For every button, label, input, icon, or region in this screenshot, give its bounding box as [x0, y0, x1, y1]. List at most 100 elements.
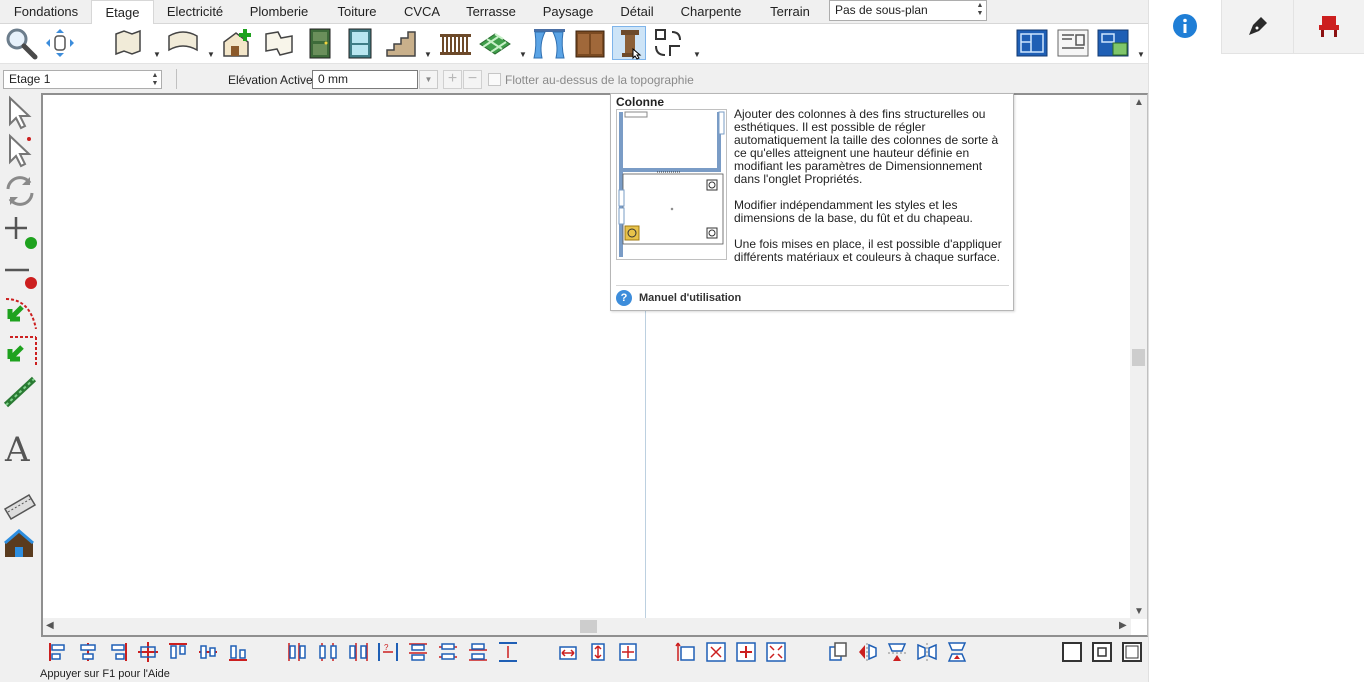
mirror-h-button[interactable] — [916, 641, 938, 663]
align-middle-button[interactable] — [197, 641, 219, 663]
tab-terrasse[interactable]: Terrasse — [453, 0, 529, 24]
tab-terrain[interactable]: Terrain — [755, 0, 825, 24]
align-top-button[interactable] — [167, 641, 189, 663]
railing-tool-button[interactable] — [438, 26, 472, 60]
tab-plomberie[interactable]: Plomberie — [236, 0, 322, 24]
cabinet-tool-button[interactable] — [573, 26, 607, 60]
tab-cvca[interactable]: CVCA — [392, 0, 452, 24]
tab-detail[interactable]: Détail — [607, 0, 667, 24]
center-v-in-room-button[interactable] — [587, 641, 609, 663]
tab-electricite[interactable]: Electricité — [155, 0, 235, 24]
elevation-dropdown-button[interactable]: ▼ — [419, 70, 438, 89]
vertical-scrollbar[interactable]: ▲ ▼ — [1130, 95, 1147, 619]
rotate-tool-button[interactable] — [2, 173, 38, 209]
align-center-h-button[interactable] — [77, 641, 99, 663]
camera-view-button[interactable] — [1096, 26, 1130, 60]
remove-point-tool-button[interactable] — [2, 253, 38, 289]
distribute-middle-button[interactable] — [437, 641, 459, 663]
select-box-button[interactable] — [1061, 641, 1083, 663]
mirror-v-button[interactable] — [946, 641, 968, 663]
help-question-icon[interactable]: ? — [616, 290, 632, 306]
text-tool-button[interactable]: A — [2, 429, 38, 470]
join-tool-button[interactable] — [2, 333, 38, 369]
right-side-panel — [1148, 0, 1364, 682]
fit-corners-button[interactable] — [765, 641, 787, 663]
nested-box-button[interactable] — [1091, 641, 1113, 663]
horizontal-scroll-thumb[interactable] — [580, 620, 597, 633]
wall-dropdown-icon[interactable]: ▼ — [153, 50, 161, 59]
fit-box-button[interactable] — [705, 641, 727, 663]
align-center-both-button[interactable] — [137, 641, 159, 663]
shape-tool-button[interactable] — [652, 26, 686, 60]
elevation-input[interactable]: 0 mm — [312, 70, 418, 89]
plan-view-button[interactable] — [1015, 26, 1049, 60]
copy-align-button[interactable] — [827, 641, 849, 663]
multi-select-tool-button[interactable] — [2, 133, 38, 169]
align-bottom-icon — [229, 645, 247, 661]
vertical-scroll-thumb[interactable] — [1132, 349, 1145, 366]
layout-view-button[interactable] — [1056, 26, 1090, 60]
tab-toiture[interactable]: Toiture — [323, 0, 391, 24]
view-dropdown-icon[interactable]: ▼ — [1137, 50, 1145, 59]
zoom-tool-button[interactable] — [4, 26, 38, 60]
pan-tool-button[interactable] — [43, 26, 77, 60]
curtain-tool-button[interactable] — [532, 26, 566, 60]
distribute-top-button[interactable] — [407, 641, 429, 663]
align-right-button[interactable] — [107, 641, 129, 663]
floor-plan-tool-button[interactable] — [262, 26, 296, 60]
stretch-h-button[interactable] — [675, 641, 697, 663]
scroll-left-icon[interactable]: ◀ — [46, 620, 54, 631]
window-tool-button[interactable] — [343, 26, 377, 60]
column-tool-button[interactable] — [612, 26, 646, 60]
tab-paysage[interactable]: Paysage — [530, 0, 606, 24]
tab-fondations[interactable]: Fondations — [2, 0, 90, 24]
curved-wall-dropdown-icon[interactable]: ▼ — [207, 50, 215, 59]
add-point-tool-button[interactable] — [2, 213, 38, 249]
subplan-select[interactable]: Pas de sous-plan ▲ ▼ — [829, 0, 987, 21]
flooring-tool-button[interactable] — [478, 26, 512, 60]
break-tool-button[interactable] — [2, 293, 38, 330]
center-both-in-room-button[interactable] — [617, 641, 639, 663]
distribute-right-button[interactable] — [347, 641, 369, 663]
layout-sheet-icon — [1057, 29, 1089, 57]
stairs-dropdown-icon[interactable]: ▼ — [424, 50, 432, 59]
curved-wall-tool-button[interactable] — [166, 26, 200, 60]
select-tool-button[interactable] — [2, 95, 38, 131]
align-left-icon — [49, 643, 65, 661]
horizontal-scrollbar[interactable]: ◀ ▶ — [43, 618, 1131, 635]
style-panel-tab[interactable] — [1222, 0, 1294, 54]
frame-box-button[interactable] — [1121, 641, 1143, 663]
distribute-bottom-button[interactable] — [467, 641, 489, 663]
scroll-down-icon[interactable]: ▼ — [1134, 606, 1144, 617]
camera-tool-button[interactable] — [2, 485, 38, 521]
flooring-dropdown-icon[interactable]: ▼ — [519, 50, 527, 59]
shape-dropdown-icon[interactable]: ▼ — [693, 50, 701, 59]
float-topography-checkbox[interactable] — [488, 73, 501, 86]
fit-center-button[interactable] — [735, 641, 757, 663]
align-left-button[interactable] — [47, 641, 69, 663]
chain-tool-button[interactable] — [2, 375, 38, 411]
room-tool-button[interactable] — [221, 26, 255, 60]
wall-tool-button[interactable] — [112, 26, 146, 60]
house-tool-button[interactable] — [2, 525, 38, 561]
stairs-tool-button[interactable] — [384, 26, 418, 60]
distribute-vertical-button[interactable] — [497, 641, 519, 663]
floor-select[interactable]: Etage 1 ▲ ▼ — [3, 70, 162, 89]
mirror-v-top-button[interactable] — [886, 641, 908, 663]
user-manual-link[interactable]: Manuel d'utilisation — [639, 292, 741, 304]
furniture-panel-tab[interactable] — [1294, 0, 1364, 54]
tab-charpente[interactable]: Charpente — [668, 0, 754, 24]
distribute-center-button[interactable] — [317, 641, 339, 663]
door-tool-button[interactable] — [303, 26, 337, 60]
align-bottom-button[interactable] — [227, 641, 249, 663]
distribute-horizontal-button[interactable]: ? — [377, 641, 399, 663]
center-h-in-room-button[interactable] — [557, 641, 579, 663]
distribute-left-button[interactable] — [287, 641, 309, 663]
elevation-increase-button[interactable]: + — [443, 70, 462, 89]
scroll-right-icon[interactable]: ▶ — [1119, 620, 1127, 631]
elevation-decrease-button[interactable]: − — [463, 70, 482, 89]
scroll-up-icon[interactable]: ▲ — [1134, 97, 1144, 108]
tab-etage[interactable]: Etage — [91, 0, 154, 25]
info-panel-tab[interactable] — [1149, 0, 1222, 54]
mirror-h-left-button[interactable] — [856, 641, 878, 663]
